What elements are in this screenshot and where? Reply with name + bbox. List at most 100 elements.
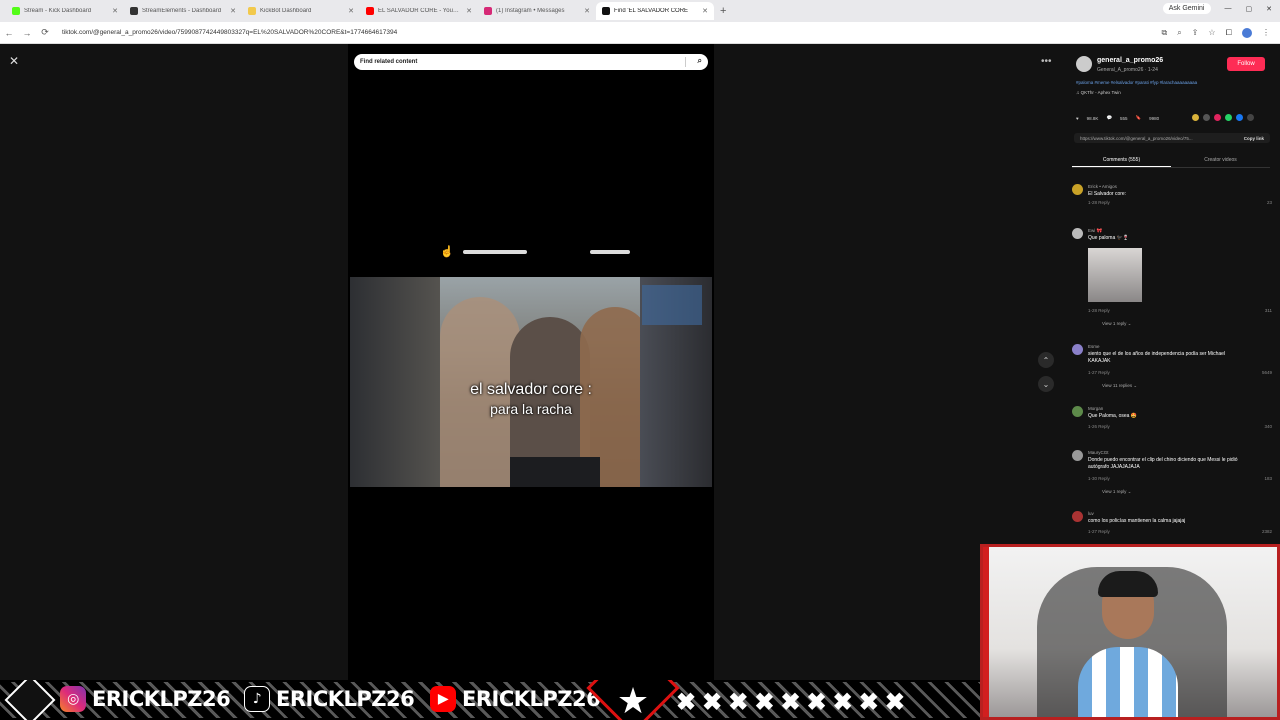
comment-likes[interactable]: 2382: [1262, 529, 1272, 534]
creator-avatar[interactable]: [1076, 56, 1092, 72]
next-video-icon[interactable]: ⌄: [1038, 376, 1054, 392]
commenter-name[interactable]: Erick • Amigos: [1088, 184, 1117, 189]
minimize-icon[interactable]: —: [1225, 5, 1232, 12]
previous-video-icon[interactable]: ⌃: [1038, 352, 1054, 368]
search-icon[interactable]: ⌕: [698, 56, 702, 66]
like-count: 98.8K: [1086, 115, 1099, 121]
url-field[interactable]: tiktok.com/@general_a_promo26/video/7599…: [62, 29, 1162, 36]
close-tab-icon[interactable]: ✕: [466, 7, 472, 15]
commenter-avatar[interactable]: [1072, 450, 1083, 461]
star-icon: ★: [616, 680, 650, 720]
kick-favicon: [12, 7, 20, 15]
commenter-name[interactable]: luv: [1088, 511, 1094, 516]
tiktok-favicon: [602, 7, 610, 15]
comment-likes[interactable]: 23: [1267, 200, 1272, 205]
commenter-avatar[interactable]: [1072, 511, 1083, 522]
close-tab-icon[interactable]: ✕: [348, 7, 354, 15]
more-options-icon[interactable]: •••: [1041, 56, 1052, 67]
tab-kickbot[interactable]: KickBot Dashboard ✕: [242, 2, 360, 20]
share-icon[interactable]: ⇪: [1192, 28, 1199, 37]
comment-likes[interactable]: 340: [1264, 424, 1272, 429]
tab-streamelements[interactable]: StreamElements - Dashboard ✕: [124, 2, 242, 20]
background-sign: [642, 285, 702, 325]
zoom-icon[interactable]: ⌕: [1177, 28, 1181, 38]
tab-kick-dashboard[interactable]: Stream - Kick Dashboard ✕: [6, 2, 124, 20]
ask-gemini-button[interactable]: Ask Gemini: [1162, 3, 1211, 14]
view-replies-link[interactable]: View 11 replies ⌄: [1102, 383, 1137, 389]
comment-meta[interactable]: 1-27 Reply: [1088, 370, 1110, 375]
comment-image[interactable]: [1088, 248, 1142, 302]
install-icon[interactable]: ⧉: [1162, 28, 1168, 38]
embed-share-icon[interactable]: [1192, 114, 1199, 121]
instagram-handle: ◎ ERICKLPZ26: [60, 686, 231, 712]
pinterest-share-icon[interactable]: [1214, 114, 1221, 121]
tab-comments[interactable]: Comments (555): [1072, 154, 1171, 167]
profile-avatar[interactable]: [1242, 27, 1252, 38]
reload-icon[interactable]: ⟳: [36, 27, 54, 38]
forward-icon[interactable]: →: [18, 28, 36, 38]
follow-button[interactable]: Follow: [1227, 57, 1265, 71]
comment-item: Ewi 🎀 Que paloma 🐦‍⬛🍷 1-28 Reply 311 Vie…: [1072, 228, 1272, 328]
close-tab-icon[interactable]: ✕: [230, 7, 236, 15]
commenter-avatar[interactable]: [1072, 184, 1083, 195]
new-tab-button[interactable]: +: [720, 5, 726, 17]
video-link-field[interactable]: https://www.tiktok.com/@general_a_promo2…: [1074, 133, 1270, 143]
tab-youtube[interactable]: EL SALVADOR CORE - YouTube ✕: [360, 2, 478, 20]
comment-meta[interactable]: 1-28 Reply: [1088, 308, 1110, 313]
maximize-icon[interactable]: ▢: [1246, 5, 1253, 13]
tiktok-handle: ♪ ERICKLPZ26: [244, 686, 415, 712]
extensions-icon[interactable]: ⧠: [1226, 28, 1232, 38]
close-tab-icon[interactable]: ✕: [112, 7, 118, 15]
address-bar-actions: ⧉ ⌕ ⇪ ☆ ⧠ ⋮: [1162, 27, 1270, 38]
close-tab-icon[interactable]: ✕: [584, 7, 590, 15]
video-caption-line2: para la racha: [490, 401, 572, 417]
commenter-name[interactable]: Morgan: [1088, 406, 1103, 411]
commenter-avatar[interactable]: [1072, 406, 1083, 417]
hashtags[interactable]: #paloma #meme #elsalvador #parati #fyp #…: [1076, 80, 1197, 85]
commenter-name[interactable]: MauryCGt: [1088, 450, 1109, 455]
streamer-cap: [1098, 571, 1158, 597]
commenter-name[interactable]: Esme: [1088, 344, 1100, 349]
video-frame: el salvador core : para la racha: [350, 277, 712, 487]
video-caption-line1: el salvador core :: [470, 381, 592, 398]
tab-creator-videos[interactable]: Creator videos: [1171, 154, 1270, 167]
comment-likes[interactable]: 183: [1264, 476, 1272, 481]
like-icon[interactable]: ♥: [1076, 116, 1079, 121]
view-replies-link[interactable]: View 1 reply ⌄: [1102, 489, 1131, 495]
comment-text: Donde puedo encontrar el clip del chino …: [1088, 457, 1238, 470]
tab-title: (1) Instagram • Messages: [496, 8, 565, 14]
comment-likes[interactable]: 311: [1265, 308, 1272, 313]
menu-icon[interactable]: ⋮: [1262, 28, 1270, 37]
commenter-avatar[interactable]: [1072, 344, 1083, 355]
view-replies-link[interactable]: View 1 reply ⌄: [1102, 321, 1131, 327]
bookmark-icon[interactable]: ☆: [1208, 28, 1215, 37]
share-arrow-icon[interactable]: [1247, 114, 1254, 121]
commenter-name[interactable]: Ewi 🎀: [1088, 228, 1102, 234]
music-track[interactable]: ♫ QKThr - Aphex Twin: [1076, 90, 1121, 95]
comment-meta[interactable]: 1-27 Reply: [1088, 529, 1110, 534]
frame-stripe: [983, 547, 989, 717]
close-window-icon[interactable]: ✕: [1266, 5, 1272, 13]
close-tab-icon[interactable]: ✕: [702, 7, 708, 15]
copy-link-button[interactable]: Copy link: [1244, 136, 1264, 141]
tab-tiktok[interactable]: Find 'EL SALVADOR CORE ✕: [596, 2, 714, 20]
streamelements-favicon: [130, 7, 138, 15]
tab-title: KickBot Dashboard: [260, 8, 312, 14]
commenter-avatar[interactable]: [1072, 228, 1083, 239]
related-search-input[interactable]: Find related content ⌕: [354, 54, 708, 70]
comment-meta[interactable]: 1-28 Reply: [1088, 200, 1110, 205]
comment-meta[interactable]: 1-30 Reply: [1088, 476, 1110, 481]
comment-icon[interactable]: 💬: [1106, 115, 1112, 121]
comment-item: Morgan Que Paloma, osea 🤩 1-26 Reply 340: [1072, 406, 1272, 432]
comment-likes[interactable]: 5649: [1262, 370, 1272, 375]
bookmark-icon[interactable]: 🔖: [1136, 115, 1142, 121]
tab-instagram[interactable]: (1) Instagram • Messages ✕: [478, 2, 596, 20]
comment-meta[interactable]: 1-26 Reply: [1088, 424, 1110, 429]
facebook-share-icon[interactable]: [1236, 114, 1243, 121]
creator-username[interactable]: general_a_promo26: [1097, 57, 1163, 64]
code-share-icon[interactable]: [1203, 114, 1210, 121]
back-icon[interactable]: ←: [0, 28, 18, 38]
creator-subtitle: General_A_promo26 · 1-24: [1097, 67, 1158, 73]
close-icon[interactable]: ✕: [9, 54, 19, 68]
whatsapp-share-icon[interactable]: [1225, 114, 1232, 121]
